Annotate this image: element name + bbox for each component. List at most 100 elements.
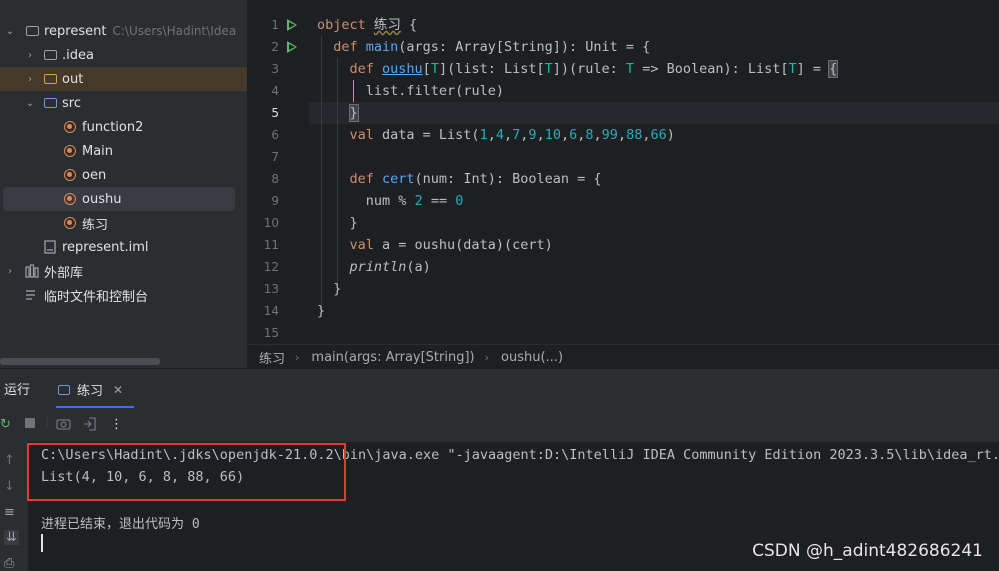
number-literal: 99 xyxy=(601,127,618,143)
matched-brace: } xyxy=(348,104,359,122)
function-name: cert xyxy=(382,171,415,187)
arrow-up-icon[interactable]: ↑ xyxy=(4,453,15,468)
keyword: def xyxy=(349,171,383,187)
run-tab[interactable]: 练习 ✕ xyxy=(48,368,134,408)
tree-item-represent-iml[interactable]: represent.iml xyxy=(0,235,247,259)
chevron-right-icon[interactable]: › xyxy=(24,50,36,61)
type-param: T xyxy=(788,61,797,77)
text-caret xyxy=(41,534,43,552)
highlight-box xyxy=(27,443,346,501)
tree-item-function2[interactable]: function2 xyxy=(0,115,247,139)
watermark-text: CSDN @h_adint482686241 xyxy=(752,541,983,561)
tree-item-src[interactable]: ⌄ src xyxy=(0,91,247,115)
camera-icon[interactable] xyxy=(56,417,71,434)
code-text: == xyxy=(422,193,456,209)
code-line-14: } xyxy=(317,300,325,322)
tree-root-represent[interactable]: ⌄ represent C:\Users\Hadint\Idea xyxy=(0,19,247,43)
rerun-icon[interactable]: ↻ xyxy=(0,417,11,432)
tree-item-label: .idea xyxy=(62,47,94,63)
scala-object-icon xyxy=(62,143,78,159)
chevron-right-icon[interactable]: › xyxy=(4,266,16,277)
code-text: ])(rule: xyxy=(552,61,626,77)
code-line-2: def main(args: Array[String]): Unit = { xyxy=(317,36,650,58)
breadcrumb-item[interactable]: main(args: Array[String]) xyxy=(311,350,474,365)
console-tab-icon xyxy=(58,384,70,395)
close-icon[interactable]: ✕ xyxy=(113,383,123,397)
current-line-highlight xyxy=(309,102,999,124)
arrow-down-icon[interactable]: ↓ xyxy=(4,479,15,494)
scroll-to-end-icon[interactable]: ⇊ xyxy=(4,530,19,545)
code-text: (a) xyxy=(406,259,431,275)
line-number: 2 xyxy=(271,40,279,54)
tree-item-external-libraries[interactable]: › 外部库 xyxy=(0,259,247,283)
tree-item-idea[interactable]: › .idea xyxy=(0,43,247,67)
console-side-toolbar: ↑ ↓ ≡ ⇊ ⎙ xyxy=(0,442,28,571)
scala-object-icon xyxy=(62,167,78,183)
tree-item-label: function2 xyxy=(82,119,144,135)
code-text: } xyxy=(349,215,358,231)
run-tab-label: 练习 xyxy=(77,384,104,399)
tree-item-lianxi[interactable]: 练习 xyxy=(0,211,247,235)
chevron-right-icon[interactable]: › xyxy=(24,74,36,85)
code-line-3: def oushu[T](list: List[T])(rule: T => B… xyxy=(317,58,839,80)
tree-item-main[interactable]: Main xyxy=(0,139,247,163)
number-literal: 88 xyxy=(626,127,643,143)
line-number: 3 xyxy=(271,62,279,76)
number-literal: 10 xyxy=(544,127,561,143)
code-line-11: val a = oushu(data)(cert) xyxy=(317,234,553,256)
soft-wrap-icon[interactable]: ≡ xyxy=(4,505,15,520)
number-literal: 4 xyxy=(495,127,504,143)
tree-item-label: oen xyxy=(82,167,107,183)
keyword: object xyxy=(317,17,374,33)
tree-item-out[interactable]: › out xyxy=(0,67,247,91)
code-line-1: object 练习 { xyxy=(317,14,417,36)
line-number: 9 xyxy=(271,194,279,208)
type-param: T xyxy=(430,61,439,77)
scratches-icon xyxy=(24,287,40,303)
code-line-10: } xyxy=(317,212,358,234)
tree-item-label: src xyxy=(62,95,81,111)
keyword: def xyxy=(349,61,383,77)
code-text: list.filter(rule) xyxy=(365,83,504,99)
line-number: 6 xyxy=(271,128,279,142)
run-main-icon[interactable] xyxy=(287,41,297,53)
line-number: 11 xyxy=(263,238,279,252)
print-icon[interactable]: ⎙ xyxy=(4,556,14,571)
code-line-13: } xyxy=(317,278,341,300)
tree-item-oushu[interactable]: oushu xyxy=(3,187,235,211)
number-literal: 66 xyxy=(650,127,667,143)
run-object-icon[interactable] xyxy=(287,19,297,31)
chevron-down-icon[interactable]: ⌄ xyxy=(4,26,16,37)
line-number: 15 xyxy=(263,326,279,340)
breadcrumb-item[interactable]: 练习 xyxy=(259,348,285,367)
breadcrumb: 练习 › main(args: Array[String]) › oushu(.… xyxy=(247,344,999,369)
type-param: T xyxy=(544,61,553,77)
tree-root-path: C:\Users\Hadint\Idea xyxy=(112,24,237,38)
more-options-icon[interactable]: ⋮ xyxy=(110,417,123,432)
chevron-down-icon[interactable]: ⌄ xyxy=(24,98,36,109)
scala-object-icon xyxy=(62,215,78,231)
tree-item-scratches[interactable]: 临时文件和控制台 xyxy=(0,283,247,307)
function-call: println xyxy=(349,259,407,275)
login-icon[interactable] xyxy=(83,417,97,435)
code-text: => Boolean): List[ xyxy=(634,61,789,77)
tree-item-label: out xyxy=(62,71,84,87)
code-text: ) xyxy=(666,127,675,143)
number-literal: 8 xyxy=(585,127,594,143)
code-text: } xyxy=(317,303,326,319)
keyword: def xyxy=(333,39,366,55)
code-text: data = List( xyxy=(382,127,480,143)
number-literal: 9 xyxy=(528,127,537,143)
chevron-right-icon: › xyxy=(295,350,300,364)
horizontal-scrollbar[interactable] xyxy=(0,358,160,365)
breadcrumb-item[interactable]: oushu(...) xyxy=(501,350,563,365)
tree-item-label: 外部库 xyxy=(44,265,84,281)
number-literal: 7 xyxy=(512,127,521,143)
function-name: main xyxy=(365,39,399,55)
tree-item-oen[interactable]: oen xyxy=(0,163,247,187)
stop-icon[interactable] xyxy=(24,417,36,433)
line-number: 14 xyxy=(263,304,279,318)
line-number: 10 xyxy=(263,216,279,230)
run-tool-window-header xyxy=(0,368,999,409)
code-editor[interactable]: object 练习 { def main(args: Array[String]… xyxy=(309,14,999,344)
